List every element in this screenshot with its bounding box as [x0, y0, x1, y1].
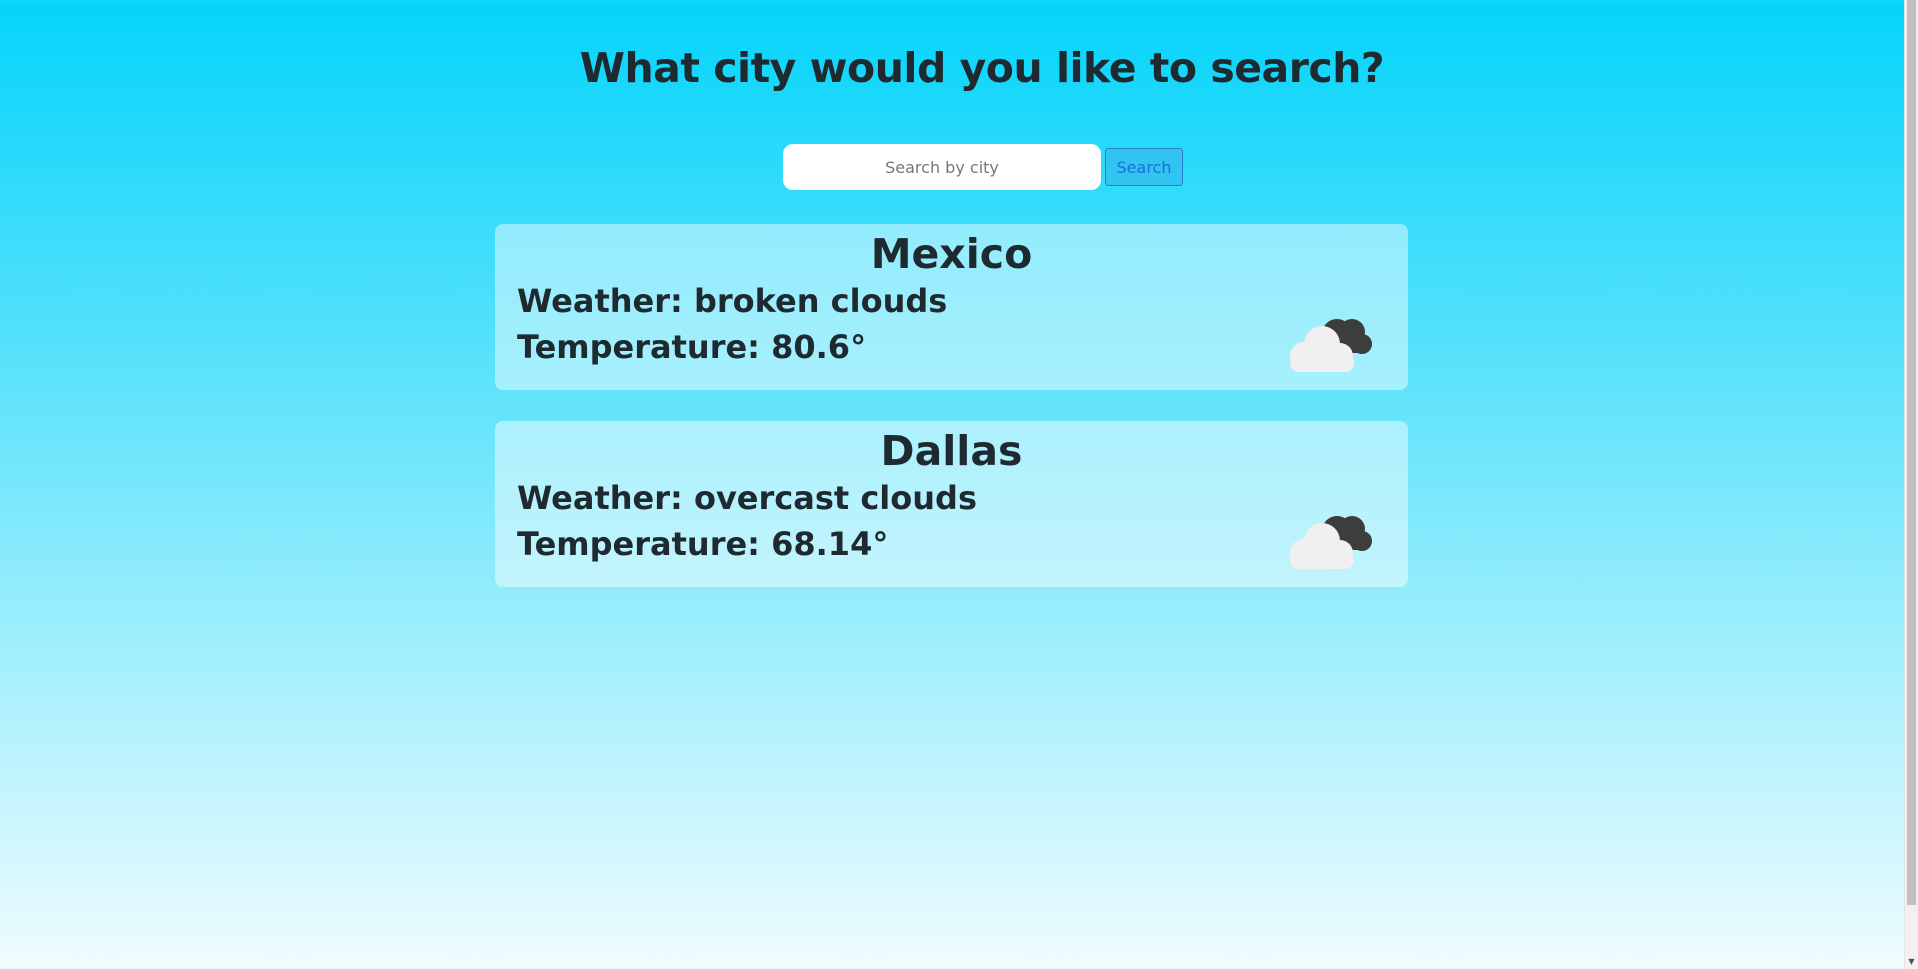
weather-description: Weather: overcast clouds — [517, 479, 977, 517]
weather-label: Weather: — [517, 479, 694, 517]
temperature-label: Temperature: — [517, 525, 772, 563]
temperature: Temperature: 68.14° — [517, 525, 888, 563]
city-name: Mexico — [870, 230, 1033, 278]
weather-card-mexico: Mexico Weather: broken clouds Temperatur… — [495, 224, 1408, 390]
weather-value: overcast clouds — [693, 479, 977, 517]
search-button[interactable]: Search — [1105, 148, 1183, 186]
search-input[interactable] — [783, 144, 1101, 190]
weather-description: Weather: broken clouds — [517, 282, 947, 320]
temperature-label: Temperature: — [517, 328, 772, 366]
weather-card-dallas: Dallas Weather: overcast clouds Temperat… — [495, 421, 1408, 587]
overcast-clouds-icon — [1290, 516, 1372, 569]
weather-value: broken clouds — [693, 282, 948, 320]
scroll-down-arrow-icon[interactable]: ▼ — [1905, 955, 1918, 969]
scrollbar-thumb[interactable] — [1907, 0, 1916, 905]
page-title: What city would you like to search? — [579, 44, 1385, 92]
vertical-scrollbar[interactable]: ▼ — [1904, 0, 1918, 969]
weather-label: Weather: — [517, 282, 694, 320]
broken-clouds-icon — [1290, 319, 1372, 372]
temperature-value: 80.6° — [771, 328, 867, 366]
temperature-value: 68.14° — [771, 525, 889, 563]
search-form: Search — [783, 143, 1183, 191]
city-name: Dallas — [880, 427, 1023, 475]
weather-app: What city would you like to search? Sear… — [0, 0, 1904, 969]
temperature: Temperature: 80.6° — [517, 328, 866, 366]
